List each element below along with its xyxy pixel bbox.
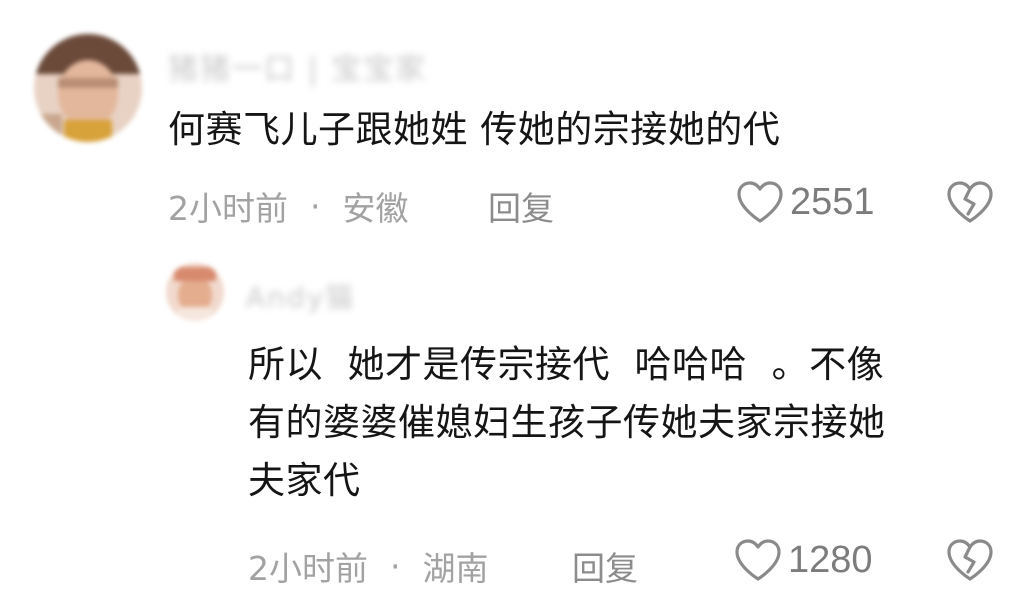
heart-outline-icon xyxy=(735,539,781,581)
like-button[interactable]: 1280 xyxy=(734,538,873,582)
comment-location: 湖南 xyxy=(422,549,489,588)
dislike-button[interactable] xyxy=(946,180,994,228)
avatar[interactable] xyxy=(166,263,224,321)
like-button[interactable]: 2551 xyxy=(736,180,875,224)
comment-text: 所以 她才是传宗接代 哈哈哈 。不像 有的婆婆催媳妇生孩子传她夫家宗接她 夫家代 xyxy=(248,343,886,502)
reply-button[interactable]: 回复 xyxy=(488,182,554,230)
comment-meta: 2小时前 · 安徽 xyxy=(168,182,409,230)
comment-time: 2小时前 xyxy=(248,549,368,588)
broken-heart-icon xyxy=(947,181,993,223)
comment-meta: 2小时前 · 湖南 xyxy=(248,542,489,590)
dislike-button[interactable] xyxy=(946,538,994,586)
username[interactable]: 猪猪一口 | 宝宝家 xyxy=(168,44,427,88)
comment-text: 何赛飞儿子跟她姓 传她的宗接她的代 xyxy=(168,108,781,151)
comment-location: 安徽 xyxy=(342,189,409,228)
reply-button[interactable]: 回复 xyxy=(572,542,638,590)
like-count: 2551 xyxy=(790,180,875,223)
comment-time: 2小时前 xyxy=(168,189,288,228)
meta-separator: · xyxy=(310,186,321,226)
username[interactable]: Andy猫 xyxy=(246,276,355,316)
broken-heart-icon xyxy=(947,539,993,581)
heart-outline-icon xyxy=(737,181,783,223)
meta-separator: · xyxy=(390,546,401,586)
avatar[interactable] xyxy=(34,34,142,142)
like-count: 1280 xyxy=(788,538,873,581)
